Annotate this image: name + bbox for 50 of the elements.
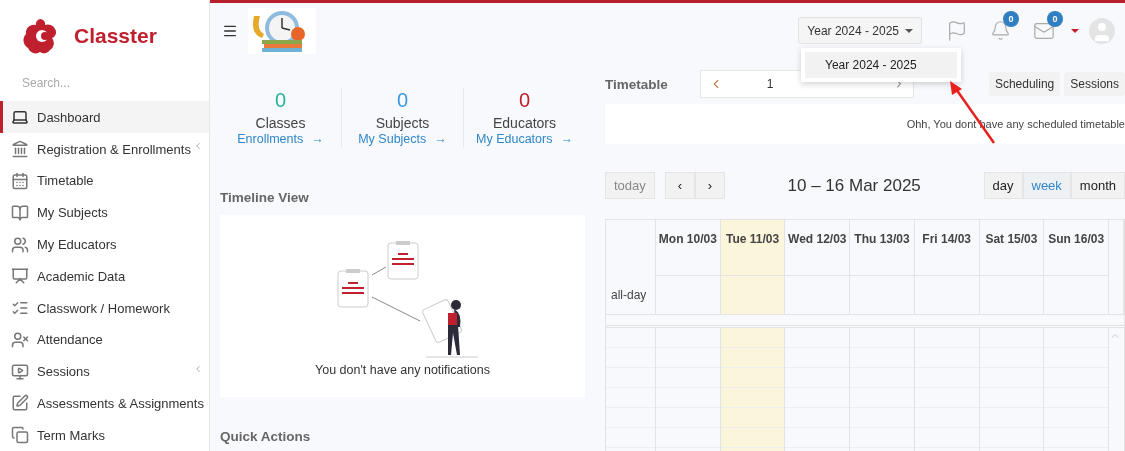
message-count: 0 <box>1047 10 1063 27</box>
stat-label: Classes <box>255 114 306 132</box>
arrow-icon: → <box>434 132 447 146</box>
sidebar-item[interactable]: Term Marks <box>0 419 209 451</box>
all-day-label: all-day <box>606 276 656 314</box>
day-header: Mon 10/03 <box>656 220 721 276</box>
sidebar-item[interactable]: Registration & Enrollments <box>0 133 209 166</box>
tab-button[interactable]: Sessions <box>1064 72 1125 96</box>
date-range: 10 – 16 Mar 2025 <box>786 175 922 196</box>
stat-link[interactable]: My Subjects → <box>358 132 447 146</box>
sidebar-item[interactable]: My Educators <box>0 228 209 261</box>
day-header: Thu 13/03 <box>850 220 915 276</box>
view-button[interactable]: day <box>983 172 1023 199</box>
date-value: 1 <box>765 77 775 91</box>
day-header: Fri 14/03 <box>914 220 980 276</box>
arrow-icon: → <box>560 132 573 146</box>
sidebar-item[interactable]: Assessments & Assignments <box>0 387 209 420</box>
stat-link[interactable]: My Educators → <box>476 132 573 146</box>
tab-button[interactable]: Scheduling <box>988 72 1061 96</box>
view-button[interactable]: month <box>1070 172 1125 199</box>
notice-text: Ohh, You dont have any scheduled timetable <box>906 118 1125 130</box>
section-title: Timeline View <box>220 190 310 205</box>
view-button[interactable]: week <box>1022 172 1071 199</box>
stat-value: 0 <box>274 88 287 112</box>
stat-value: 0 <box>396 88 409 112</box>
prev-button[interactable]: ‹ <box>664 172 695 199</box>
day-header: Tue 11/03 <box>720 220 786 276</box>
year-select[interactable]: Year 2024 - 2025 <box>798 17 922 44</box>
arrow-icon: → <box>311 132 324 146</box>
sidebar-item[interactable]: Timetable <box>0 165 209 197</box>
sidebar-item[interactable]: Academic Data <box>0 260 209 293</box>
year-option[interactable]: Year 2024 - 2025 <box>805 52 957 78</box>
section-title: Quick Actions <box>220 429 312 444</box>
next-button[interactable]: › <box>694 172 725 199</box>
stat-label: Educators <box>492 114 556 132</box>
sidebar-item[interactable]: Dashboard <box>0 101 209 134</box>
sidebar-item[interactable]: Sessions <box>0 355 209 388</box>
day-header: Wed 12/03 <box>785 220 851 276</box>
sidebar-item[interactable]: Attendance <box>0 323 209 356</box>
stat-link[interactable]: Enrollments → <box>237 132 324 146</box>
stat-label: Subjects <box>375 114 430 132</box>
sidebar-item[interactable]: Classwork / Homework <box>0 292 209 324</box>
notification-count: 0 <box>1003 11 1019 27</box>
day-header: Sat 15/03 <box>979 220 1045 276</box>
brand-name: Classter <box>74 23 157 48</box>
section-title: Timetable <box>605 76 668 92</box>
day-header: Sun 16/03 <box>1044 220 1109 276</box>
stat-value: 0 <box>518 88 531 112</box>
empty-message: You don't have any notifications <box>315 363 490 377</box>
sidebar-item[interactable]: My Subjects <box>0 196 209 229</box>
